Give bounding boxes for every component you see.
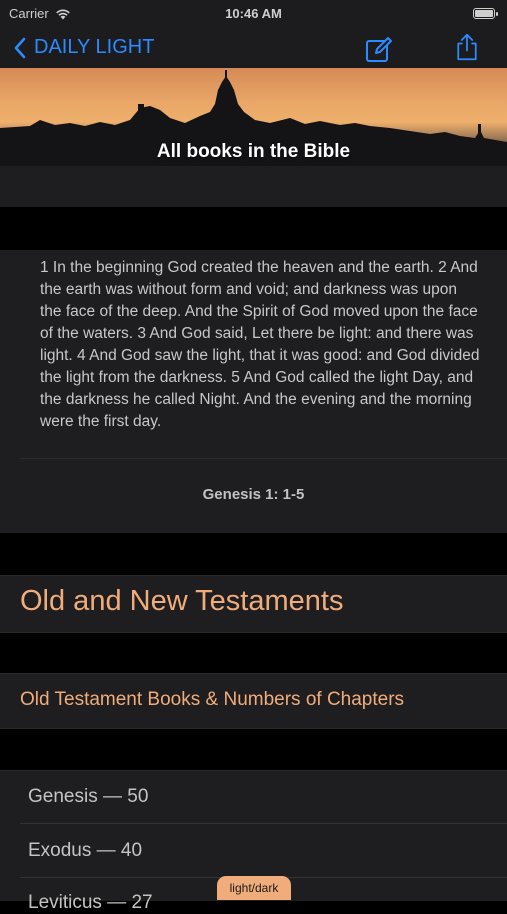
verse-reference: Genesis 1: 1-5 [202,486,305,503]
back-button[interactable]: DAILY LIGHT [14,36,154,59]
section-subheading[interactable]: Old Testament Books & Numbers of Chapter… [20,689,404,711]
chevron-left-icon [14,37,26,58]
status-time: 10:46 AM [225,6,282,21]
divider [20,458,507,459]
verse-text: 1 In the beginning God created the heave… [40,259,480,430]
compose-icon[interactable] [365,36,393,64]
book-row-exodus[interactable]: Exodus — 40 [28,840,142,862]
banner-title: All books in the Bible [156,141,351,162]
book-row-leviticus[interactable]: Leviticus — 27 [28,892,153,914]
book-row-genesis[interactable]: Genesis — 50 [28,786,148,808]
navigation-bar: DAILY LIGHT [0,28,507,68]
header-banner: All books in the Bible [0,68,507,166]
light-dark-toggle[interactable]: light/dark [217,876,291,900]
battery-icon [473,8,498,19]
share-icon[interactable] [453,33,481,61]
section-heading: Old and New Testaments [20,585,344,617]
empty-row [0,166,507,207]
status-bar: Carrier 10:46 AM [0,0,507,28]
back-button-label: DAILY LIGHT [34,36,155,58]
divider [20,823,507,824]
